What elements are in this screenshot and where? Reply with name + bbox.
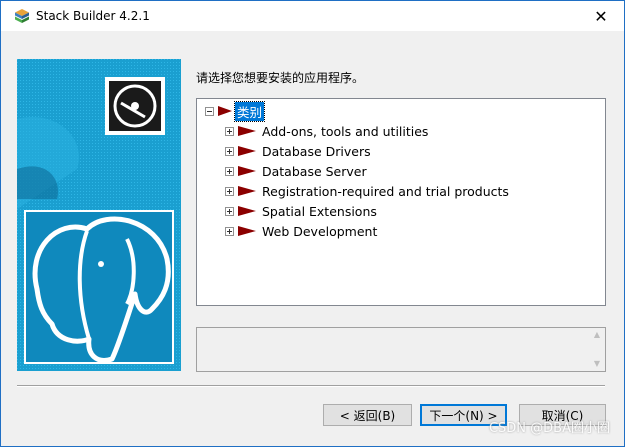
side-banner-image <box>17 59 181 371</box>
watermark-text: CSDN @DBA圈小圈 <box>488 421 610 436</box>
expand-toggle[interactable] <box>225 186 234 196</box>
expand-toggle[interactable] <box>225 166 234 176</box>
application-tree[interactable]: 类别 Add-ons, tools and utilities Database… <box>196 98 606 306</box>
close-button[interactable]: ✕ <box>578 1 624 31</box>
stack-builder-icon <box>15 9 29 23</box>
button-separator <box>17 385 605 387</box>
expand-toggle[interactable] <box>225 146 234 156</box>
scroll-up-icon[interactable]: ▲ <box>591 330 603 340</box>
window-title: Stack Builder 4.2.1 <box>36 9 150 23</box>
red-flag-icon <box>238 166 256 176</box>
title-bar: Stack Builder 4.2.1 ✕ <box>1 1 624 31</box>
collapse-toggle[interactable] <box>205 106 214 116</box>
expand-toggle[interactable] <box>225 206 234 216</box>
red-flag-icon <box>218 106 232 116</box>
expand-toggle[interactable] <box>225 126 234 136</box>
tree-item-label: Database Server <box>262 163 367 179</box>
tree-item[interactable]: Spatial Extensions <box>225 202 377 220</box>
scroll-down-icon[interactable]: ▼ <box>591 359 603 369</box>
tree-item-label: Web Development <box>262 223 378 239</box>
tree-item-label: Spatial Extensions <box>262 203 377 219</box>
postgresql-elephant-logo <box>24 210 174 364</box>
expand-toggle[interactable] <box>225 226 234 236</box>
instruction-text: 请选择您想要安装的应用程序。 <box>196 71 365 85</box>
tree-item[interactable]: Registration-required and trial products <box>225 182 509 200</box>
tree-root-label: 类别 <box>233 100 266 122</box>
red-flag-icon <box>238 226 256 236</box>
cd-disc-icon <box>105 77 165 135</box>
tree-item[interactable]: Database Server <box>225 162 367 180</box>
tree-item[interactable]: Database Drivers <box>225 142 371 160</box>
tree-item-label: Registration-required and trial products <box>262 183 509 199</box>
stack-builder-window: Stack Builder 4.2.1 ✕ 请选择您想要安装的应用程序。 类别 … <box>0 0 625 447</box>
red-flag-icon <box>238 186 256 196</box>
back-button[interactable]: < 返回(B) <box>323 404 412 426</box>
tree-item[interactable]: Web Development <box>225 222 377 240</box>
tree-item-label: Add-ons, tools and utilities <box>262 123 429 139</box>
close-icon: ✕ <box>594 6 608 26</box>
tree-item[interactable]: Add-ons, tools and utilities <box>225 122 428 140</box>
postgresql-banner <box>17 59 181 371</box>
tree-root-row[interactable]: 类别 <box>205 100 266 122</box>
tree-item-label: Database Drivers <box>262 143 371 159</box>
description-box[interactable]: ▲ ▼ <box>196 327 606 372</box>
red-flag-icon <box>238 146 256 156</box>
red-flag-icon <box>238 126 256 136</box>
red-flag-icon <box>238 206 256 216</box>
